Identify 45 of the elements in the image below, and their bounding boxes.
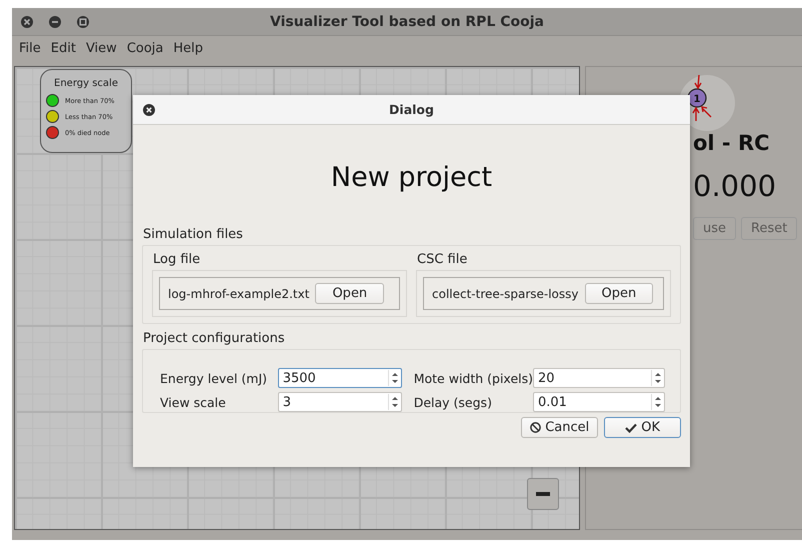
close-icon[interactable]	[20, 14, 34, 28]
legend-title: Energy scale	[54, 78, 118, 89]
window-title: Visualizer Tool based on RPL Cooja	[269, 14, 545, 30]
open-button[interactable]: Open	[584, 283, 654, 304]
ok-button[interactable]: OK	[604, 417, 681, 438]
field-label: Delay (segs)	[414, 394, 492, 410]
spin-arrows-icon[interactable]	[388, 370, 401, 386]
spin-field[interactable]: 0.01	[533, 392, 665, 412]
field-label: Mote width (pixels)	[414, 370, 533, 386]
maximize-icon[interactable]	[76, 14, 90, 28]
spin-field[interactable]: 3500	[278, 368, 402, 388]
check-icon	[625, 422, 638, 432]
cancel-button[interactable]: Cancel	[521, 417, 598, 438]
group-title: Simulation files	[143, 227, 243, 242]
cancel-icon	[530, 422, 542, 433]
spin-arrows-icon[interactable]	[651, 394, 664, 410]
menu-item[interactable]: View	[80, 40, 122, 56]
file-name: log-mhrof-example2.txt	[168, 286, 310, 300]
spin-field[interactable]: 3	[278, 392, 402, 412]
spin-arrows-icon[interactable]	[388, 394, 401, 410]
value-input[interactable]: 3	[278, 394, 388, 410]
panel-title: ol - RC	[693, 131, 770, 155]
menu-item[interactable]: Edit	[46, 40, 81, 56]
close-icon[interactable]	[143, 104, 155, 116]
spin-field[interactable]: 20	[533, 368, 665, 388]
spin-arrows-icon[interactable]	[651, 370, 664, 386]
field-label: View scale	[160, 394, 226, 410]
value-input[interactable]: 3500	[278, 370, 388, 386]
timer-readout: 0.000	[693, 169, 776, 203]
dialog-heading: New project	[330, 162, 492, 193]
group-title: Project configurations	[143, 331, 285, 346]
field-label: Energy level (mJ)	[160, 370, 268, 386]
zoom-out-button[interactable]	[527, 478, 559, 510]
group-title: Log file	[153, 252, 200, 267]
menu-item[interactable]: Cooja	[122, 40, 168, 56]
menu-item[interactable]: File	[14, 40, 46, 56]
minimize-icon[interactable]	[48, 14, 62, 28]
open-button[interactable]: Open	[315, 283, 384, 304]
group-title: CSC file	[417, 252, 468, 267]
dialog-title: Dialog	[388, 102, 435, 117]
minus-icon	[536, 492, 550, 496]
file-name: collect-tree-sparse-lossy	[432, 286, 578, 300]
value-input[interactable]: 20	[534, 370, 651, 386]
value-input[interactable]: 0.01	[534, 394, 651, 410]
menu-item[interactable]: Help	[168, 40, 208, 56]
